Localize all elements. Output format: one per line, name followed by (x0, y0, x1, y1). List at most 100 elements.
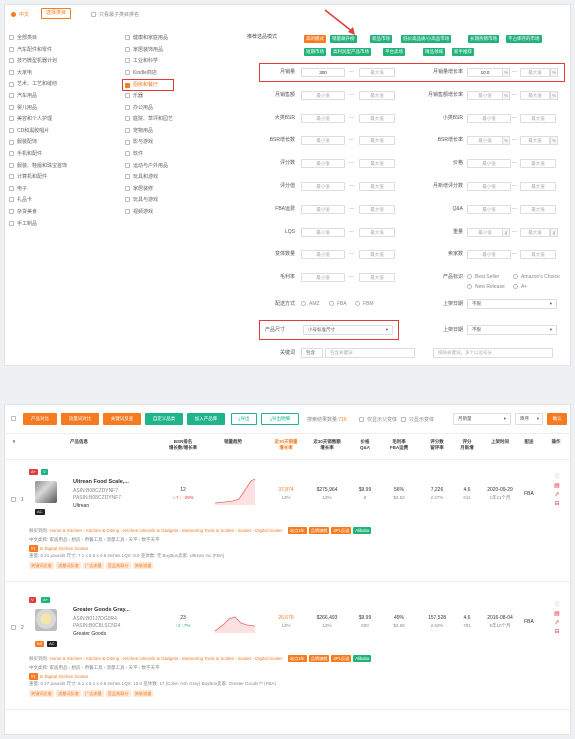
trash-icon[interactable]: ⊟ (551, 500, 563, 509)
select-all-checkbox[interactable] (11, 416, 19, 422)
flag-aplus[interactable]: A+ (513, 283, 527, 292)
category-item-b-4[interactable]: 厨房和餐厅 (122, 79, 174, 91)
lang-radio[interactable]: 中文 (11, 11, 29, 18)
row-checkbox[interactable] (11, 625, 19, 631)
category-item-11[interactable]: 服装、鞋履和珠宝首饰 (9, 161, 67, 173)
flag-new-release[interactable]: New Release (467, 283, 505, 292)
filter-max-input-2[interactable]: 最大值 (359, 113, 395, 123)
column-header-6[interactable]: 价格 Q&A (353, 439, 377, 451)
category-item-14[interactable]: 礼品卡 (9, 195, 67, 207)
category-path-link[interactable]: Home & Kitchen › Kitchen & Dining › Kitc… (50, 656, 283, 661)
mode-chip-8[interactable]: 平台卖场 (383, 48, 405, 56)
category-item-b-3[interactable]: Kindle商店 (125, 68, 174, 80)
link-tag-4[interactable]: 关联流量 (132, 562, 154, 569)
chart-icon[interactable]: ▤ (551, 482, 563, 491)
filter-min-input-9[interactable]: 最小值 (301, 273, 345, 283)
sales-trend-chart[interactable] (215, 605, 255, 633)
category-item-1[interactable]: 汽车配件和零件 (9, 45, 67, 57)
filter-min-input-8[interactable]: 最小值 (301, 250, 345, 260)
filter-min2-input-4[interactable]: 最小值 (467, 159, 511, 169)
toolbar-button-4[interactable]: 加入产品库 (187, 413, 225, 425)
category-item-2[interactable]: 技巧微型机器计划 (9, 56, 67, 68)
category-path-link[interactable]: Home & Kitchen › Kitchen & Dining › Kitc… (50, 528, 283, 533)
category-item-b-15[interactable]: 视频游戏 (125, 207, 174, 219)
category-item-b-13[interactable]: 家居装修 (125, 184, 174, 196)
export-button[interactable]: ⤓导出 (231, 413, 257, 425)
mode-chip-6[interactable]: 短期市场 (304, 48, 326, 56)
listing-date-select-2[interactable]: 不限 ▾ (467, 325, 557, 335)
export-all-button[interactable]: ⤓导出明细 (261, 413, 299, 425)
mode-chip-5[interactable]: 不占库存的市场 (506, 35, 542, 43)
mode-chip-9[interactable]: 精品领域 (423, 48, 445, 56)
filter-max2-input-3[interactable]: 最大值 (520, 136, 550, 146)
category-item-b-6[interactable]: 办公用品 (125, 103, 174, 115)
delivery-fba[interactable]: FBA (329, 300, 347, 309)
sort-direction-select[interactable]: 降序 ▾ (515, 413, 543, 425)
keyword-input[interactable]: 包含关键词 (325, 348, 415, 358)
filter-max-input-1[interactable]: 最大值 (359, 90, 395, 100)
category-item-b-2[interactable]: 工业和科学 (125, 56, 174, 68)
delivery-fbm[interactable]: FBM (355, 300, 374, 309)
mode-chip-7[interactable]: 高利润型产品市场 (331, 48, 371, 56)
category-item-16[interactable]: 手工制品 (9, 219, 67, 231)
column-header-4[interactable]: 近30天销量 增长率 (269, 439, 303, 451)
category-item-8[interactable]: CD和黑胶唱片 (9, 126, 67, 138)
filter-min-input-7[interactable]: 最小值 (301, 227, 345, 237)
exclude-keyword-input[interactable]: 排除关键词，多个以逗号分 (433, 348, 553, 358)
mode-chip-10[interactable]: 新手推荐 (452, 48, 474, 56)
category-item-4[interactable]: 艺术、工艺和缝纫 (9, 79, 67, 91)
filter-max-input-9[interactable]: 最大值 (359, 273, 395, 283)
select-category-button[interactable]: 选择类目 (41, 8, 72, 19)
product-brand[interactable]: Greater Goods (73, 631, 106, 637)
category-item-3[interactable]: 大家电 (9, 68, 67, 80)
product-title[interactable]: Greater Goods Gray... (73, 607, 130, 613)
link-tag-4[interactable]: 关联流量 (132, 690, 154, 697)
delivery-amz[interactable]: AMZ (301, 300, 320, 309)
product-image[interactable] (35, 481, 57, 503)
filter-max-input-4[interactable]: 最大值 (359, 159, 395, 169)
filter-min2-input-6[interactable]: 最小值 (467, 204, 511, 214)
filter-min-input-4[interactable]: 最小值 (301, 159, 345, 169)
filter-max-input-7[interactable]: 最大值 (359, 227, 395, 237)
column-header-7[interactable]: 毛利率 FBA运费 (383, 439, 415, 451)
link-tag-3[interactable]: 竞品关联分 (105, 562, 131, 569)
category-item-b-5[interactable]: 乐器 (125, 91, 174, 103)
category-item-12[interactable]: 计算机和配件 (9, 172, 67, 184)
filter-max2-input-8[interactable]: 最大值 (520, 250, 556, 260)
filter-max2-input-2[interactable]: 最大值 (520, 113, 556, 123)
category-item-5[interactable]: 汽车用品 (9, 91, 67, 103)
product-asin[interactable]: ASIN:B01J7DG0R4 (73, 616, 117, 622)
trash-icon[interactable]: ⊟ (551, 628, 563, 637)
category-item-7[interactable]: 美容和个人护理 (9, 114, 67, 126)
category-item-b-7[interactable]: 庭院、草坪和园艺 (125, 114, 174, 126)
chart-icon[interactable]: ▤ (551, 610, 563, 619)
only-parent-checkbox[interactable]: 仅显示父变体 (359, 416, 397, 423)
filter-min-input-6[interactable]: 最小值 (301, 204, 345, 214)
product-title[interactable]: Ultrean Food Scale,... (73, 479, 129, 485)
flag-best-seller[interactable]: Best Seller (467, 273, 499, 282)
product-parent-asin[interactable]: PASIN:B08CZDYNF7 (73, 495, 121, 501)
link-tag-2[interactable]: 广告流量 (82, 562, 104, 569)
share-icon[interactable]: ⇗ (551, 491, 563, 500)
confirm-button[interactable]: 确认 (547, 413, 567, 425)
toolbar-button-1[interactable]: 流量词对比 (61, 413, 99, 425)
toolbar-button-2[interactable]: 关键词反查 (103, 413, 141, 425)
filter-min-input-3[interactable]: 最小值 (301, 136, 345, 146)
only-variant-checkbox[interactable]: 只显示变体 (401, 416, 434, 423)
toolbar-button-0[interactable]: 产品对比 (23, 413, 57, 425)
filter-min-input-1[interactable]: 最小值 (301, 90, 345, 100)
link-tag-0[interactable]: 关键词反查 (29, 690, 54, 697)
column-header-10[interactable]: 上架时间 (485, 439, 515, 445)
category-item-6[interactable]: 婴儿用品 (9, 103, 67, 115)
filter-min2-input-3[interactable]: 最小值 (467, 136, 503, 146)
filter-max2-input-1[interactable]: 最大值 (520, 90, 550, 100)
category-item-b-0[interactable]: 健康和家庭用品 (125, 33, 174, 45)
category-item-9[interactable]: 服装配饰 (9, 137, 67, 149)
column-header-8[interactable]: 评分数 留评率 (423, 439, 451, 451)
product-asin[interactable]: ASIN:B08CZDYNF7 (73, 488, 118, 494)
category-item-15[interactable]: 杂货美食 (9, 207, 67, 219)
mode-chip-3[interactable]: 低价高品质/小高品市场 (401, 35, 452, 43)
category-item-10[interactable]: 手机和配件 (9, 149, 67, 161)
row-checkbox[interactable] (11, 497, 19, 503)
column-header-5[interactable]: 近30天销售额 增长率 (307, 439, 347, 451)
